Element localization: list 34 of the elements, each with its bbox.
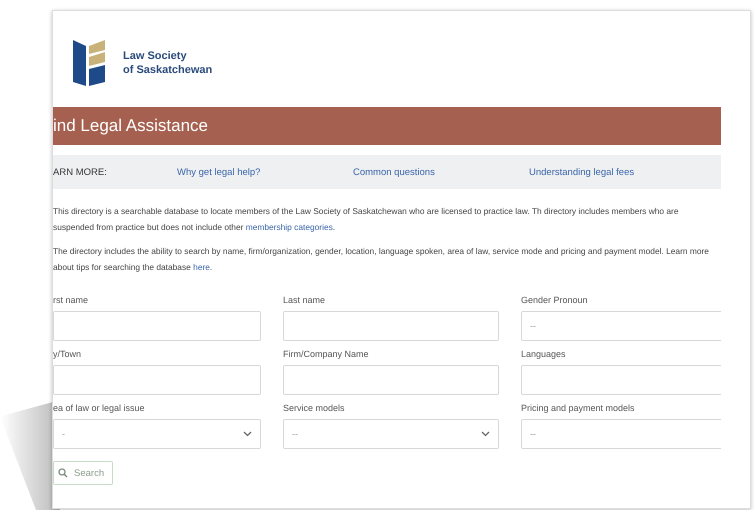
logo-text: of Saskatchewan bbox=[123, 63, 212, 77]
text-field[interactable] bbox=[283, 365, 499, 395]
search-icon bbox=[58, 468, 68, 478]
page-title-banner: ind Legal Assistance bbox=[53, 107, 721, 145]
field-label: Gender Pronoun bbox=[521, 295, 589, 305]
select-field[interactable]: - bbox=[53, 419, 261, 449]
logo-icon bbox=[71, 38, 107, 88]
chevron-icon bbox=[243, 431, 252, 437]
search-button[interactable]: Search bbox=[53, 461, 114, 485]
text-field[interactable] bbox=[53, 311, 261, 341]
intro-paragraph: This directory is a searchable database to locate members of the Law Society of Saskatchewan who are licensed to practice law. Th directory includes members who are suspended from practice but does not include other membership categories. bbox=[53, 205, 680, 234]
select-field[interactable]: -- bbox=[283, 419, 499, 449]
logo-text: Law Society bbox=[123, 49, 188, 63]
text-field[interactable] bbox=[521, 365, 721, 395]
field-label: rst name bbox=[53, 295, 90, 305]
chevron-icon bbox=[481, 431, 490, 437]
field-label: Languages bbox=[521, 349, 567, 359]
text-field[interactable] bbox=[53, 365, 261, 395]
field-label: y/Town bbox=[53, 349, 82, 359]
select-field[interactable]: -- bbox=[521, 311, 721, 341]
learn-more-link[interactable]: Understanding legal fees bbox=[529, 166, 705, 178]
intro-paragraph: The directory includes the ability to search by name, firm/organization, gender, location, language spoken, area of law, service mode and pricing and payment model. Learn more about tips for searching the database here. bbox=[53, 245, 710, 274]
select-field[interactable]: -- bbox=[521, 419, 721, 449]
field-label: Firm/Company Name bbox=[283, 349, 370, 359]
learn-more-link[interactable]: Common questions bbox=[353, 166, 529, 178]
text-link[interactable]: here bbox=[193, 262, 210, 272]
text-field[interactable] bbox=[283, 311, 499, 341]
field-label: Pricing and payment models bbox=[521, 403, 636, 413]
text-link[interactable]: membership categories bbox=[246, 222, 333, 232]
field-label: ea of law or legal issue bbox=[53, 403, 146, 413]
learn-more-label: ARN MORE: bbox=[53, 166, 108, 178]
learn-more-link[interactable]: Why get legal help? bbox=[177, 166, 353, 178]
field-label: Last name bbox=[283, 295, 326, 305]
field-label: Service models bbox=[283, 403, 346, 413]
